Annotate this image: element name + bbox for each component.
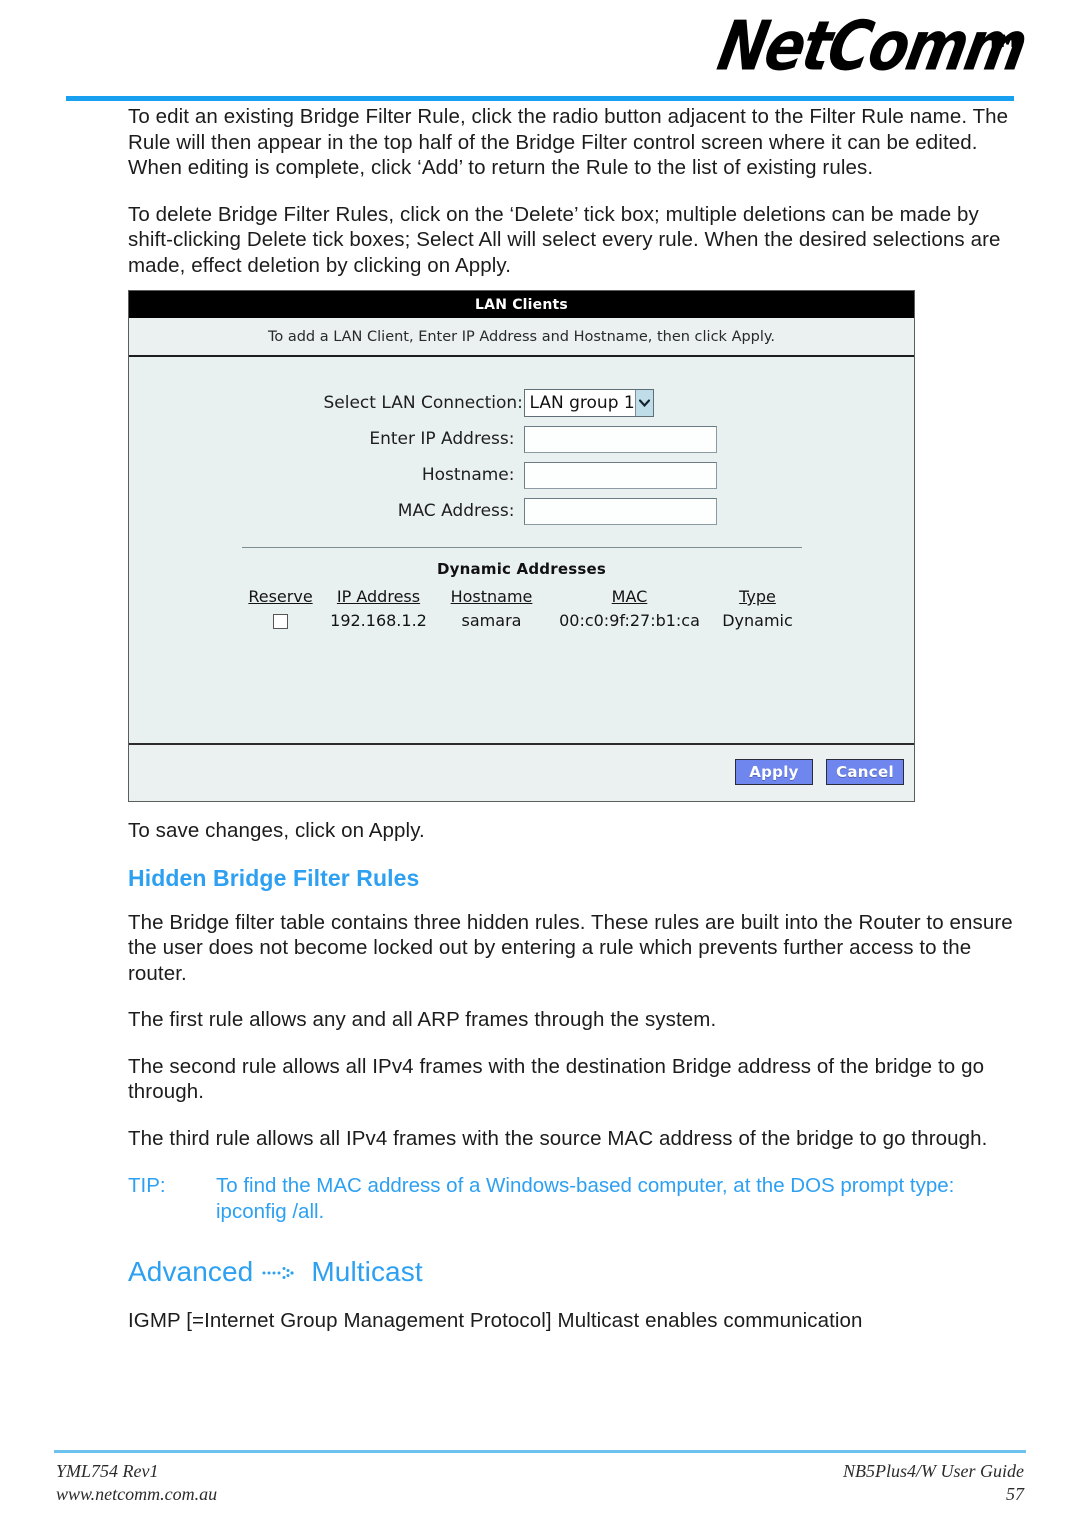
ip-address-input[interactable] [523,425,717,453]
panel-title-bar: LAN Clients [129,291,914,318]
footer-page-number: 57 [1006,1484,1024,1504]
mac-address-field-wrap [523,497,720,525]
type-cell: Dynamic [722,611,793,630]
dynamic-addresses-table: Reserve IP Address Hostname MAC Type 192… [242,587,802,631]
panel-instruction-text: To add a LAN Client, Enter IP Address an… [267,328,776,345]
ip-address-cell: 192.168.1.2 [330,611,427,630]
form-row-mac-address: MAC Address: [129,493,914,529]
footer-divider-rule [54,1450,1026,1453]
ip-address-label: Enter IP Address: [369,429,515,449]
cancel-button[interactable]: Cancel [826,759,904,785]
chevron-down-icon[interactable] [634,390,653,416]
reserve-checkbox[interactable] [273,614,288,629]
panel-title-text: LAN Clients [475,296,568,313]
tip-callout: TIP: To find the MAC address of a Window… [128,1173,1018,1224]
header-divider-rule [66,96,1014,101]
lan-connection-selected-value: LAN group 1 [524,390,635,416]
apply-button[interactable]: Apply [735,759,813,785]
tip-text: To find the MAC address of a Windows-bas… [216,1174,955,1223]
table-header-row: Reserve IP Address Hostname MAC Type [242,587,802,609]
form-row-hostname: Hostname: [129,457,914,493]
hostname-input[interactable] [523,461,717,489]
heading-hidden-bridge-filter-rules: Hidden Bridge Filter Rules [128,864,420,891]
column-header-type[interactable]: Type [714,587,802,609]
column-header-hostname[interactable]: Hostname [438,587,546,609]
footer-guide-title: NB5Plus4/W User Guide [843,1461,1024,1481]
column-header-reserve[interactable]: Reserve [242,587,320,609]
footer-right-block: NB5Plus4/W User Guide 57 [843,1460,1024,1506]
dynamic-addresses-title: Dynamic Addresses [437,560,606,578]
lan-connection-field-wrap: LAN group 1 [523,389,720,417]
heading-advanced-multicast: Advanced Multicast [128,1256,1018,1288]
dotted-arrow-icon [262,1264,302,1280]
mac-address-label: MAC Address: [397,501,515,521]
footer-doc-code: YML754 Rev1 [56,1461,159,1481]
form-row-lan-connection: Select LAN Connection: LAN group 1 [129,385,914,421]
panel-button-bar: Apply Cancel [129,743,914,799]
lan-clients-screenshot-panel: LAN Clients To add a LAN Client, Enter I… [128,290,915,802]
paragraph-save-note: To save changes, click on Apply. [128,819,425,842]
paragraph-edit-rule: To edit an existing Bridge Filter Rule, … [128,105,1009,179]
lower-body-content: To save changes, click on Apply. Hidden … [128,818,1018,1334]
paragraph-hidden-rules-1: The Bridge filter table contains three h… [128,910,1013,985]
trademark-symbol: TM [987,32,1016,52]
footer-left-block: YML754 Rev1 www.netcomm.com.au [56,1460,217,1506]
upper-body-content: To edit an existing Bridge Filter Rule, … [128,104,1018,278]
section-divider [241,547,802,548]
column-header-mac[interactable]: MAC [546,587,714,609]
hostname-cell: samara [461,611,522,630]
page-header: NetComm TM [0,0,1080,101]
lan-connection-label: Select LAN Connection: [323,393,523,413]
hostname-field-wrap [523,461,720,489]
column-header-ip-address[interactable]: IP Address [320,587,438,609]
hostname-label: Hostname: [421,465,515,485]
lan-connection-select[interactable]: LAN group 1 [523,389,654,417]
table-row: 192.168.1.2 samara 00:c0:9f:27:b1:ca Dyn… [242,609,802,631]
form-row-ip-address: Enter IP Address: [129,421,914,457]
panel-form-area: Select LAN Connection: LAN group 1 Enter… [129,357,914,743]
paragraph-hidden-rules-4: The third rule allows all IPv4 frames wi… [128,1126,988,1150]
footer-website: www.netcomm.com.au [56,1484,218,1504]
mac-address-input[interactable] [523,497,717,525]
heading-advanced-part: Advanced [128,1256,254,1287]
reserve-cell [242,609,320,631]
mac-cell: 00:c0:9f:27:b1:ca [559,611,700,630]
panel-instruction-row: To add a LAN Client, Enter IP Address an… [129,318,914,357]
paragraph-hidden-rules-3: The second rule allows all IPv4 frames w… [128,1054,985,1104]
tip-label: TIP: [128,1174,166,1197]
paragraph-delete-rule: To delete Bridge Filter Rules, click on … [128,202,1001,277]
paragraph-multicast-intro: IGMP [=Internet Group Management Protoco… [128,1309,863,1332]
paragraph-hidden-rules-2: The first rule allows any and all ARP fr… [128,1008,717,1031]
page-footer: YML754 Rev1 www.netcomm.com.au NB5Plus4/… [0,1442,1080,1532]
ip-address-field-wrap [523,425,720,453]
heading-multicast-part: Multicast [311,1256,423,1287]
netcomm-logo: NetComm [711,5,1033,86]
